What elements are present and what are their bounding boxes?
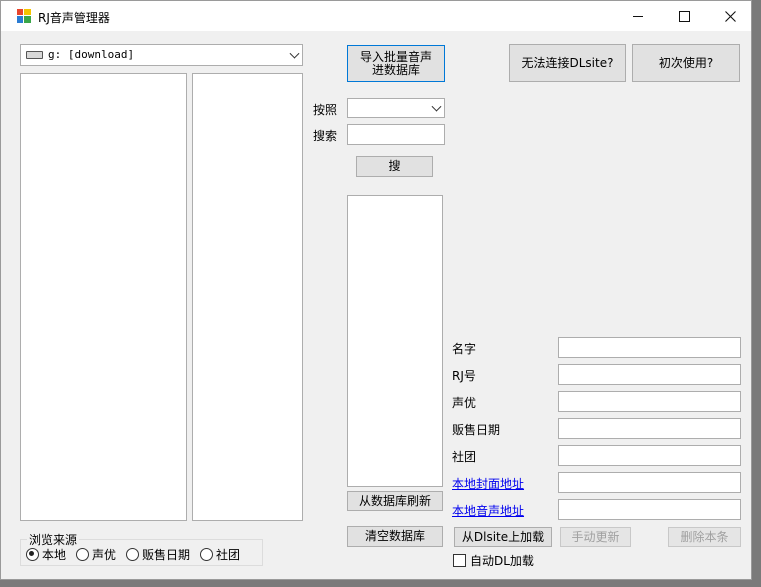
manual-update-button[interactable]: 手动更新 <box>560 527 631 547</box>
title-bar: RJ音声管理器 <box>1 1 751 31</box>
search-button[interactable]: 搜 <box>356 156 433 177</box>
drive-icon <box>26 51 43 59</box>
minimize-button[interactable] <box>615 1 661 31</box>
first-use-button[interactable]: 初次使用? <box>632 44 740 82</box>
sale-date-label: 贩售日期 <box>452 423 501 437</box>
window-title: RJ音声管理器 <box>38 11 110 25</box>
close-icon <box>724 10 736 22</box>
audio-path-link[interactable]: 本地音声地址 <box>452 502 524 519</box>
search-input[interactable] <box>347 124 445 145</box>
radio-local[interactable]: 本地 <box>26 546 66 563</box>
folder-tree-list[interactable] <box>20 73 187 521</box>
name-label: 名字 <box>452 342 477 356</box>
search-label: 搜索 <box>313 129 338 143</box>
chevron-down-icon <box>431 101 442 112</box>
search-results-list[interactable] <box>347 195 443 487</box>
name-field[interactable] <box>558 337 741 358</box>
file-list[interactable] <box>192 73 303 521</box>
close-button[interactable] <box>707 1 753 31</box>
sort-select[interactable] <box>347 98 445 118</box>
radio-cv-icon <box>76 548 90 561</box>
auto-dl-checkbox[interactable]: 自动DL加载 <box>453 552 534 569</box>
checkbox-icon <box>453 554 466 567</box>
maximize-icon <box>678 10 690 22</box>
sale-date-field[interactable] <box>558 418 741 439</box>
cannot-connect-button[interactable]: 无法连接DLsite? <box>509 44 626 82</box>
import-button[interactable]: 导入批量音声进数据库 <box>347 45 445 82</box>
drive-label: g: [download] <box>48 48 135 61</box>
main-window: RJ音声管理器 g: [download] 浏览来源 本地 声优 贩售日期 社团… <box>0 0 752 580</box>
radio-cv[interactable]: 声优 <box>76 546 116 563</box>
rj-label: RJ号 <box>452 369 476 383</box>
circle-label: 社团 <box>452 450 477 464</box>
cv-field[interactable] <box>558 391 741 412</box>
clear-db-button[interactable]: 清空数据库 <box>347 526 443 547</box>
audio-path-field[interactable] <box>558 499 741 520</box>
sort-label: 按照 <box>313 103 338 117</box>
browse-source-options: 本地 声优 贩售日期 社团 <box>26 546 240 563</box>
minimize-icon <box>633 15 643 17</box>
app-icon <box>17 9 31 23</box>
chevron-down-icon <box>289 48 300 59</box>
radio-circle-icon <box>200 548 214 561</box>
radio-sale-date-icon <box>126 548 140 561</box>
rj-field[interactable] <box>558 364 741 385</box>
drive-select[interactable]: g: [download] <box>20 44 303 66</box>
refresh-from-db-button[interactable]: 从数据库刷新 <box>347 491 443 511</box>
cover-path-field[interactable] <box>558 472 741 493</box>
maximize-button[interactable] <box>661 1 707 31</box>
cv-label: 声优 <box>452 396 477 410</box>
load-from-dlsite-button[interactable]: 从Dlsite上加载 <box>454 527 552 547</box>
delete-entry-button[interactable]: 删除本条 <box>668 527 741 547</box>
cover-path-link[interactable]: 本地封面地址 <box>452 475 524 492</box>
circle-field[interactable] <box>558 445 741 466</box>
radio-local-icon <box>26 548 39 561</box>
radio-circle[interactable]: 社团 <box>200 546 240 563</box>
radio-sale-date[interactable]: 贩售日期 <box>126 546 190 563</box>
